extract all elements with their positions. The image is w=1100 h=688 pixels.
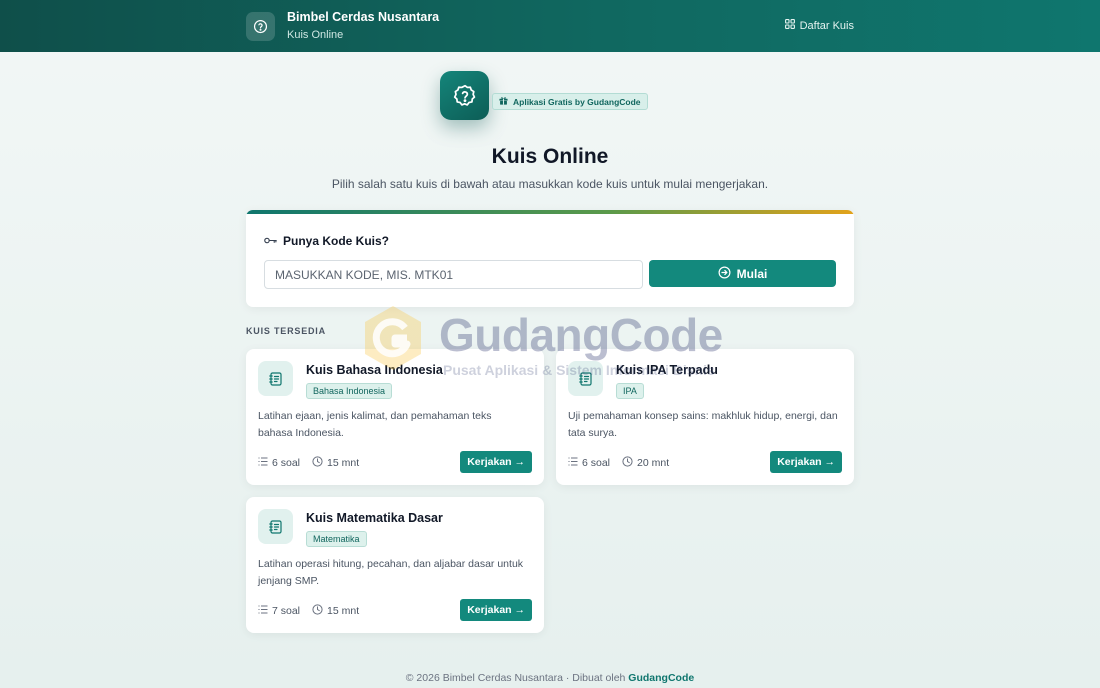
quiz-code-heading-label: Punya Kode Kuis? [283, 234, 390, 248]
quiz-badge-icon [440, 71, 489, 120]
footer-text: © 2026 Bimbel Cerdas Nusantara · Dibuat … [405, 672, 626, 684]
start-button-label: Mulai [736, 266, 768, 281]
footer-brand-link[interactable]: GudangCode [628, 672, 694, 684]
page-title: Kuis Online [491, 145, 609, 168]
footer: © 2026 Bimbel Cerdas Nusantara · Dibuat … [0, 672, 1100, 684]
quiz-subject-tag: IPA [616, 383, 644, 399]
start-quiz-button[interactable]: Kerjakan → [460, 451, 532, 473]
nav-quiz-list-label: Daftar Kuis [799, 19, 854, 32]
notebook-icon [258, 361, 293, 396]
clock-icon [312, 604, 323, 618]
quiz-meta: 6 soal 15 mnt [258, 456, 359, 470]
notebook-icon [258, 509, 293, 544]
top-navbar: Bimbel Cerdas Nusantara Kuis Online Daft… [0, 0, 1100, 52]
quiz-duration: 15 mnt [327, 457, 360, 469]
quiz-code-input[interactable] [264, 260, 643, 289]
quiz-code-heading: Punya Kode Kuis? [264, 234, 389, 248]
list-icon [258, 457, 268, 469]
start-button[interactable]: Mulai [649, 260, 836, 287]
start-quiz-button[interactable]: Kerjakan → [460, 599, 532, 621]
quiz-description: Latihan ejaan, jenis kalimat, dan pemaha… [258, 410, 492, 439]
quiz-title: Kuis Bahasa Indonesia [306, 363, 443, 377]
quiz-card: Kuis Bahasa Indonesia Bahasa Indonesia L… [246, 349, 544, 485]
notebook-icon [568, 361, 603, 396]
question-count: 7 soal [272, 605, 301, 617]
quiz-subject-tag: Matematika [306, 531, 367, 547]
quiz-title: Kuis Matematika Dasar [306, 511, 443, 525]
help-circle-icon [246, 11, 275, 41]
question-count: 6 soal [272, 457, 301, 469]
quiz-card: Kuis IPA Terpadu IPA Uji pemahaman konse… [556, 349, 854, 485]
gift-icon [499, 96, 508, 107]
quiz-description: Uji pemahaman konsep sains: makhluk hidu… [568, 410, 838, 439]
clock-icon [312, 456, 323, 470]
card-accent-bar [246, 210, 854, 214]
available-quizzes-label: KUIS TERSEDIA [246, 326, 326, 336]
quiz-subject-tag: Bahasa Indonesia [306, 383, 393, 399]
quiz-meta: 7 soal 15 mnt [258, 604, 359, 618]
quiz-duration: 20 mnt [637, 457, 670, 469]
free-app-badge-label: Aplikasi Gratis by GudangCode [513, 96, 641, 107]
app-name: Bimbel Cerdas Nusantara [287, 10, 440, 24]
clock-icon [622, 456, 633, 470]
quiz-duration: 15 mnt [327, 605, 360, 617]
list-icon [568, 457, 578, 469]
quiz-description: Latihan operasi hitung, pecahan, dan alj… [258, 558, 524, 587]
nav-quiz-list-link[interactable]: Daftar Kuis [784, 19, 854, 32]
app-subtitle: Kuis Online [287, 29, 344, 41]
grid-icon [784, 19, 795, 32]
quiz-card: Kuis Matematika Dasar Matematika Latihan… [246, 497, 544, 633]
quiz-code-card: Punya Kode Kuis? Mulai [246, 210, 854, 307]
brand[interactable]: Bimbel Cerdas Nusantara Kuis Online [246, 10, 439, 42]
page-subtitle: Pilih salah satu kuis di bawah atau masu… [331, 177, 769, 191]
question-count: 6 soal [582, 457, 611, 469]
start-quiz-button[interactable]: Kerjakan → [770, 451, 842, 473]
quiz-title: Kuis IPA Terpadu [616, 363, 718, 377]
quiz-meta: 6 soal 20 mnt [568, 456, 669, 470]
free-app-badge: Aplikasi Gratis by GudangCode [492, 93, 648, 110]
list-icon [258, 605, 268, 617]
key-icon [264, 234, 277, 248]
arrow-circle-right-icon [718, 266, 731, 282]
